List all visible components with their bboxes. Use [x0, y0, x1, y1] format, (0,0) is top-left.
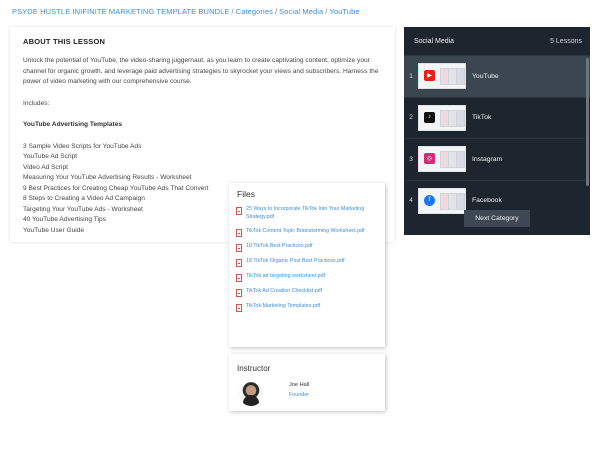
breadcrumb-separator: /: [274, 7, 278, 16]
breadcrumb-separator: /: [231, 7, 234, 16]
file-row[interactable]: TikTok Content Topic Brainstorming Works…: [236, 228, 376, 237]
pdf-file-icon: [236, 228, 242, 237]
instructor-heading: Instructor: [237, 364, 271, 373]
file-row[interactable]: TikTok Marketing Templates.pdf: [236, 303, 376, 312]
sidebar-header: Social Media 5 Lessons: [404, 27, 590, 55]
lesson-name: Facebook: [472, 197, 502, 205]
lesson-item-youtube[interactable]: 1 ▶ YouTube: [404, 55, 590, 97]
lesson-count: 5 Lessons: [550, 37, 582, 45]
lesson-thumbnail: ◎: [418, 146, 466, 173]
lesson-name: YouTube: [472, 72, 499, 80]
lesson-name: Instagram: [472, 155, 503, 163]
youtube-icon: ▶: [424, 70, 435, 82]
instructor-name: Joe Hall: [289, 382, 310, 388]
lesson-number: 4: [409, 197, 413, 205]
lesson-thumbnail: ▶: [418, 63, 466, 90]
list-item: Video Ad Script: [23, 163, 68, 171]
sidebar-scrollbar[interactable]: [586, 58, 589, 186]
avatar: [239, 382, 263, 406]
file-link[interactable]: 18 TikTok Best Practices.pdf: [246, 243, 313, 251]
file-row[interactable]: 18 TikTok Best Practices.pdf: [236, 243, 376, 252]
file-list: 25 Ways to Incorporate TikTok Into Your …: [236, 206, 376, 318]
file-link[interactable]: TikTok Content Topic Brainstorming Works…: [246, 228, 365, 236]
file-row[interactable]: 25 Ways to Incorporate TikTok Into Your …: [236, 206, 376, 222]
list-item: YouTube Ad Script: [23, 153, 78, 160]
lesson-number: 1: [409, 72, 413, 80]
file-row[interactable]: 18 TikTok Organic Post Best Practices.pd…: [236, 258, 376, 267]
file-link[interactable]: TikTok Marketing Templates.pdf: [246, 303, 320, 311]
file-link[interactable]: TikTok Ad Creation Checklist.pdf: [246, 288, 322, 296]
lesson-item-tiktok[interactable]: 2 ♪ TikTok: [404, 96, 590, 139]
lesson-item-instagram[interactable]: 3 ◎ Instagram: [404, 138, 590, 180]
about-heading: ABOUT THIS LESSON: [23, 37, 106, 46]
tiktok-icon: ♪: [424, 111, 435, 123]
includes-label: Includes:: [23, 99, 50, 107]
file-row[interactable]: TikTok ad targeting worksheet.pdf: [236, 273, 376, 282]
breadcrumb: PSYDE HUSTLE INIFINITE MARKETING TEMPLAT…: [12, 7, 360, 16]
list-item: Measuring Your YouTube Advertising Resul…: [23, 174, 192, 181]
next-category-button[interactable]: Next Category: [464, 210, 530, 227]
facebook-icon: f: [424, 194, 435, 206]
pdf-file-icon: [236, 243, 242, 252]
pdf-file-icon: [236, 207, 242, 215]
breadcrumb-categories-link[interactable]: Categories: [236, 7, 273, 16]
pdf-file-icon: [236, 273, 242, 282]
file-link[interactable]: 25 Ways to Incorporate TikTok Into Your …: [246, 206, 376, 222]
lesson-thumbnail: ♪: [418, 104, 466, 131]
breadcrumb-separator: /: [325, 7, 328, 16]
lesson-number: 2: [409, 114, 413, 122]
pdf-file-icon: [236, 303, 242, 312]
pdf-file-icon: [236, 258, 242, 267]
breadcrumb-social-media-link[interactable]: Social Media: [279, 7, 323, 16]
files-heading: Files: [237, 189, 255, 199]
breadcrumb-bundle-link[interactable]: PSYDE HUSTLE INIFINITE MARKETING TEMPLAT…: [12, 7, 229, 16]
lesson-name: TikTok: [472, 114, 492, 122]
instagram-icon: ◎: [424, 153, 435, 165]
instructor-panel: Instructor Joe Hall Founder: [229, 354, 385, 411]
file-row[interactable]: TikTok Ad Creation Checklist.pdf: [236, 288, 376, 297]
lesson-thumbnail: f: [418, 187, 466, 214]
file-link[interactable]: TikTok ad targeting worksheet.pdf: [246, 273, 325, 281]
instructor-role: Founder: [289, 392, 310, 398]
lesson-number: 3: [409, 155, 413, 163]
files-panel: Files 25 Ways to Incorporate TikTok Into…: [229, 183, 385, 347]
lesson-sidebar: Social Media 5 Lessons 1 ▶ YouTube 2 ♪ T…: [404, 27, 590, 235]
lesson-description: Unlock the potential of YouTube, the vid…: [23, 57, 379, 85]
breadcrumb-youtube-link[interactable]: YouTube: [329, 7, 359, 16]
category-title: Social Media: [414, 37, 455, 45]
list-item: 3 Sample Video Scripts for YouTube Ads: [23, 142, 142, 150]
file-link[interactable]: 18 TikTok Organic Post Best Practices.pd…: [246, 258, 345, 266]
pdf-file-icon: [236, 288, 242, 297]
includes-list-title: YouTube Advertising Templates: [23, 121, 123, 128]
